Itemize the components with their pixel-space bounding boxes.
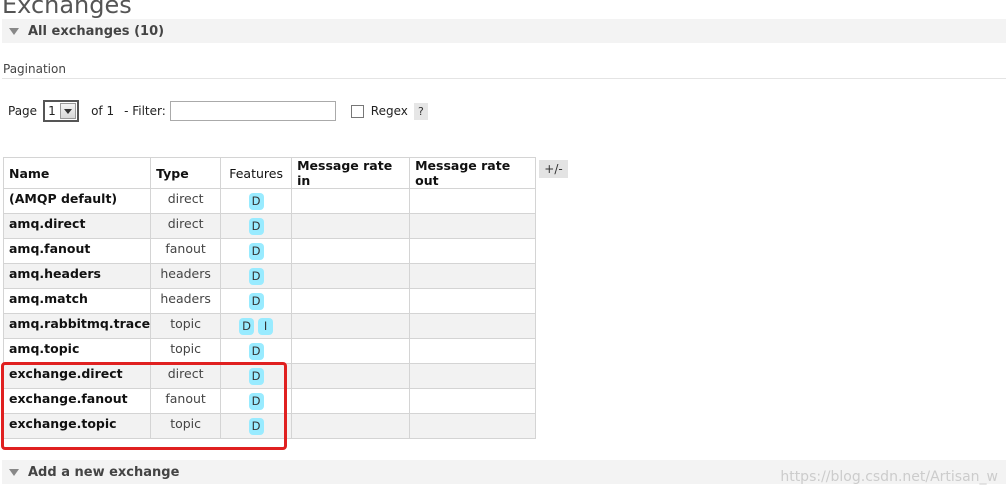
rate-in-cell [291,263,411,289]
page-label: Page [8,104,38,118]
rate-out-cell [409,413,537,439]
triangle-down-icon [9,468,19,476]
durable-badge: D [248,292,264,310]
exchange-type: headers [150,263,222,289]
exchange-type: headers [150,288,222,314]
page-select-value: 1 [48,104,56,118]
exchange-features: D [220,263,293,289]
triangle-down-icon [9,27,19,35]
exchange-type: topic [150,413,222,439]
pagination-heading: Pagination [3,62,66,76]
table-row: amq.headers headers D [2,263,537,289]
durable-badge: D [248,267,264,285]
rate-in-cell [291,363,411,389]
table-row: exchange.fanout fanout D [2,388,537,414]
exchange-type: fanout [150,238,222,264]
exchange-type: direct [150,188,222,214]
rate-in-cell [291,188,411,214]
exchanges-table: Name Type Features Message rate in Messa… [2,157,537,439]
durable-badge: D [248,342,264,360]
exchange-name-link[interactable]: (AMQP default) [2,188,152,214]
exchange-type: topic [150,338,222,364]
filter-label: - Filter: [124,104,166,118]
table-row: exchange.direct direct D [2,363,537,389]
exchange-features: D [220,238,293,264]
exchange-name-link[interactable]: amq.direct [2,213,152,239]
pagination-controls: Page 1 of 1 - Filter: Regex ? [8,98,428,124]
column-header-type[interactable]: Type [150,157,222,189]
column-header-rate-out: Message rate out [409,157,537,189]
durable-badge: D [248,417,264,435]
toggle-columns-button[interactable]: +/- [539,160,568,178]
exchange-type: direct [150,213,222,239]
watermark-text: https://blog.csdn.net/Artisan_w [780,469,998,485]
durable-badge: D [239,317,255,335]
table-row: amq.rabbitmq.trace topic DI [2,313,537,339]
page-title: Exchanges [2,0,132,19]
rate-out-cell [409,288,537,314]
all-exchanges-label: All exchanges (10) [28,23,165,39]
rate-in-cell [291,413,411,439]
page-count-label: of 1 [91,104,115,118]
durable-badge: D [248,367,264,385]
column-header-features: Features [220,157,293,189]
rate-in-cell [291,313,411,339]
rate-in-cell [291,213,411,239]
rate-out-cell [409,388,537,414]
rate-out-cell [409,188,537,214]
durable-badge: D [248,192,264,210]
regex-label: Regex [370,104,408,118]
exchange-features: D [220,213,293,239]
regex-help-button[interactable]: ? [413,102,428,120]
rate-out-cell [409,313,537,339]
rate-out-cell [409,263,537,289]
rate-out-cell [409,238,537,264]
durable-badge: D [248,242,264,260]
filter-input[interactable] [169,101,336,121]
table-row: (AMQP default) direct D [2,188,537,214]
rate-in-cell [291,338,411,364]
exchange-features: D [220,363,293,389]
exchange-name-link[interactable]: exchange.direct [2,363,152,389]
exchange-features: D [220,413,293,439]
table-row: amq.topic topic D [2,338,537,364]
exchange-name-link[interactable]: exchange.topic [2,413,152,439]
table-header-row: Name Type Features Message rate in Messa… [2,157,537,189]
add-exchange-label: Add a new exchange [28,464,180,480]
rate-in-cell [291,288,411,314]
page-select[interactable]: 1 [43,100,80,122]
durable-badge: D [248,217,264,235]
table-row: amq.match headers D [2,288,537,314]
table-row: exchange.topic topic D [2,413,537,439]
exchange-type: direct [150,363,222,389]
exchange-name-link[interactable]: amq.match [2,288,152,314]
exchange-name-link[interactable]: amq.topic [2,338,152,364]
exchange-name-link[interactable]: amq.fanout [2,238,152,264]
table-row: amq.fanout fanout D [2,238,537,264]
column-header-rate-in: Message rate in [291,157,411,189]
rate-in-cell [291,388,411,414]
pagination-divider [2,78,1006,79]
exchange-name-link[interactable]: amq.headers [2,263,152,289]
exchange-features: D [220,188,293,214]
exchange-name-link[interactable]: exchange.fanout [2,388,152,414]
regex-checkbox[interactable] [350,104,364,118]
column-header-name[interactable]: Name [2,157,152,189]
exchange-features: DI [220,313,293,339]
rate-out-cell [409,213,537,239]
exchange-features: D [220,338,293,364]
table-row: amq.direct direct D [2,213,537,239]
durable-badge: D [248,392,264,410]
rate-in-cell [291,238,411,264]
exchange-type: fanout [150,388,222,414]
exchange-type: topic [150,313,222,339]
rate-out-cell [409,338,537,364]
all-exchanges-section-toggle[interactable]: All exchanges (10) [2,19,1006,43]
exchange-features: D [220,388,293,414]
internal-badge: I [258,317,274,335]
exchange-features: D [220,288,293,314]
exchange-name-link[interactable]: amq.rabbitmq.trace [2,313,152,339]
rate-out-cell [409,363,537,389]
chevron-down-icon[interactable] [60,103,77,119]
